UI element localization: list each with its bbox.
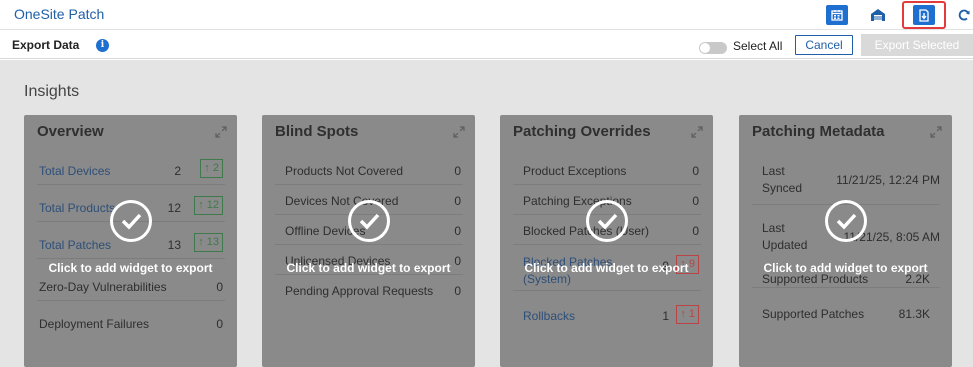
card-title: Patching Metadata: [752, 123, 885, 140]
info-icon[interactable]: i: [96, 39, 109, 52]
trend-up-badge: ↑ 13: [194, 233, 223, 252]
select-all-label[interactable]: Select All: [733, 39, 782, 53]
row-label: Offline Devices: [285, 224, 366, 238]
row-value: 2: [174, 164, 181, 178]
list-item: Supported Patches 81.3K: [752, 295, 940, 325]
list-item: Total Devices 2 ↑ 2: [37, 155, 225, 185]
row-value: 0: [216, 317, 223, 331]
calendar-button[interactable]: [826, 5, 848, 25]
row-label: Patching Exceptions: [523, 194, 632, 208]
row-label: Product Exceptions: [523, 164, 627, 178]
list-item: Product Exceptions 0: [513, 155, 701, 185]
list-item: Products Not Covered 0: [275, 155, 463, 185]
row-value: 0: [454, 194, 461, 208]
trend-up-badge: ↑ 9: [676, 255, 699, 274]
row-value: 0: [692, 194, 699, 208]
row-value: 0: [216, 280, 223, 294]
refresh-icon: [958, 9, 970, 21]
row-label: Devices Not Covered: [285, 194, 399, 208]
row-label: Pending Approval Requests: [285, 284, 434, 298]
row-label: Zero-Day Vulnerabilities: [39, 280, 167, 294]
refresh-button[interactable]: [953, 5, 973, 25]
row-value: 12: [167, 201, 181, 215]
top-bar: OneSite Patch: [0, 0, 973, 30]
row-value: 11/21/25, 8:05 AM: [843, 230, 940, 244]
list-item: Supported Products 2.2K: [752, 255, 940, 288]
row-label: Deployment Failures: [39, 317, 150, 331]
row-label: Last: [762, 221, 785, 235]
list-item: Blocked Patches (User) 0: [513, 215, 701, 245]
list-item: Unlicensed Devices 0: [275, 245, 463, 275]
expand-icon[interactable]: [215, 126, 227, 138]
row-label[interactable]: Rollbacks: [523, 309, 575, 323]
list-item: Devices Not Covered 0: [275, 185, 463, 215]
row-value: 81.3K: [898, 307, 930, 321]
list-item: Patching Exceptions 0: [513, 185, 701, 215]
row-label: Products Not Covered: [285, 164, 404, 178]
row-value: 2.2K: [905, 272, 930, 286]
trend-up-badge: ↑ 2: [200, 159, 223, 178]
row-label[interactable]: Total Products: [39, 201, 115, 215]
row-label: Supported Patches: [762, 307, 865, 321]
row-label: Supported Products: [762, 272, 869, 286]
expand-icon[interactable]: [930, 126, 942, 138]
blind-spots-widget[interactable]: Blind Spots Products Not Covered 0 Devic…: [262, 115, 475, 367]
overview-widget[interactable]: Overview Total Devices 2 ↑ 2 Total Produ…: [24, 115, 237, 367]
patching-overrides-widget[interactable]: Patching Overrides Product Exceptions 0 …: [500, 115, 713, 367]
trend-up-badge: ↑ 1: [676, 305, 699, 324]
card-title: Patching Overrides: [513, 123, 651, 140]
list-item: Rollbacks 1 ↑ 1: [513, 295, 701, 335]
row-value: 1: [662, 309, 669, 323]
select-all-toggle[interactable]: [699, 42, 727, 54]
insights-title: Insights: [24, 83, 80, 100]
row-label: Last: [762, 164, 785, 178]
row-label-line2[interactable]: (System): [523, 272, 571, 286]
cancel-button[interactable]: Cancel: [795, 35, 853, 55]
row-value: 9: [662, 259, 669, 273]
row-value: 13: [167, 238, 181, 252]
row-label[interactable]: Total Devices: [39, 164, 110, 178]
row-label: Unlicensed Devices: [285, 254, 391, 268]
card-title: Overview: [37, 123, 104, 140]
list-item: Total Products 12 ↑ 12: [37, 192, 225, 222]
list-item: Offline Devices 0: [275, 215, 463, 245]
list-item: Deployment Failures 0: [37, 308, 225, 338]
row-value: 0: [454, 224, 461, 238]
row-label[interactable]: Blocked Patches: [523, 255, 612, 269]
row-label-line2: Updated: [762, 238, 808, 252]
list-item: Pending Approval Requests 0: [275, 275, 463, 305]
expand-icon[interactable]: [691, 126, 703, 138]
list-item: Last Updated 11/21/25, 8:05 AM: [752, 205, 940, 255]
row-value: 0: [692, 224, 699, 238]
list-item: Blocked Patches (System) 9 ↑ 9: [513, 245, 701, 291]
row-value: 0: [454, 254, 461, 268]
insights-panel: Insights Overview Total Devices 2 ↑ 2 To…: [0, 60, 973, 367]
export-selected-button[interactable]: Export Selected: [861, 34, 973, 56]
list-item: Last Synced 11/21/25, 12:24 PM: [752, 155, 940, 205]
app-title[interactable]: OneSite Patch: [14, 6, 104, 22]
row-value: 0: [454, 284, 461, 298]
toggle-knob: [700, 43, 710, 53]
list-item: Total Patches 13 ↑ 13: [37, 229, 225, 259]
export-button[interactable]: [913, 5, 935, 25]
row-value: 0: [454, 164, 461, 178]
row-label-line2: Synced: [762, 181, 803, 195]
export-data-label: Export Data: [12, 38, 80, 52]
row-label[interactable]: Total Patches: [39, 238, 111, 252]
row-value: 11/21/25, 12:24 PM: [836, 173, 940, 187]
export-file-icon: [919, 8, 929, 22]
row-value: 0: [692, 164, 699, 178]
row-label: Blocked Patches (User): [523, 224, 650, 238]
card-title: Blind Spots: [275, 123, 359, 140]
expand-icon[interactable]: [453, 126, 465, 138]
garage-button[interactable]: [867, 5, 889, 25]
garage-icon: [871, 9, 885, 21]
calendar-icon: [831, 10, 843, 21]
patching-metadata-widget[interactable]: Patching Metadata Last Synced 11/21/25, …: [739, 115, 952, 367]
export-data-bar: Export Data i Select All Cancel Export S…: [0, 31, 973, 59]
list-item: Zero-Day Vulnerabilities 0: [37, 271, 225, 301]
trend-up-badge: ↑ 12: [194, 196, 223, 215]
